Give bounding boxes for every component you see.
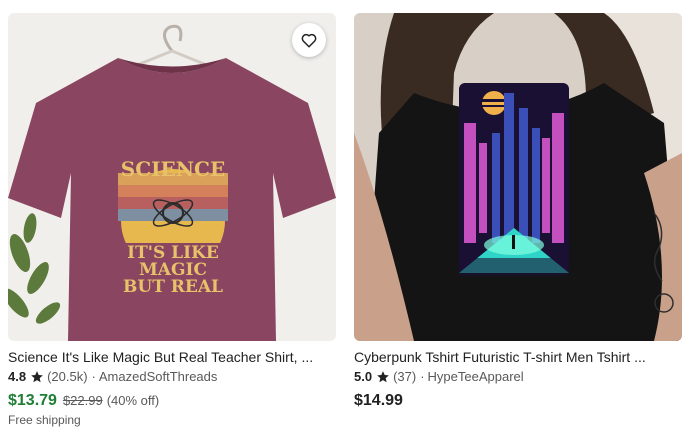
favorite-button[interactable]: [292, 23, 326, 57]
listing-title[interactable]: Cyberpunk Tshirt Futuristic T-shirt Men …: [354, 348, 679, 366]
shop-name[interactable]: AmazedSoftThreads: [99, 368, 218, 386]
review-count: (37): [393, 369, 417, 384]
rating-value: 4.8: [8, 369, 27, 384]
cyberpunk-shirt-photo: [354, 13, 682, 341]
shirt-graphic-line1: SCIENCE: [121, 157, 225, 181]
review-count: (20.5k): [47, 369, 88, 384]
price-row: $14.99: [354, 392, 682, 410]
listing-image-science-shirt[interactable]: SCIENCE IT'S LIKE MAGIC BUT REAL: [8, 13, 336, 341]
star-icon: [31, 371, 43, 383]
price-row: $13.79 $22.99 (40% off): [8, 392, 336, 410]
separator-dot: ·: [91, 369, 96, 384]
listing-rating-row: 5.0 (37) · HypeTeeApparel: [354, 368, 682, 386]
star-icon: [377, 371, 389, 383]
discount-label: (40% off): [106, 393, 160, 408]
original-price: $22.99: [62, 393, 103, 408]
separator-dot: ·: [420, 369, 425, 384]
listing-card-science-shirt[interactable]: SCIENCE IT'S LIKE MAGIC BUT REAL Science…: [8, 13, 336, 427]
shirt-graphic-line4: BUT REAL: [123, 277, 223, 297]
listing-image-cyberpunk-shirt[interactable]: [354, 13, 682, 341]
shop-name[interactable]: HypeTeeApparel: [428, 368, 524, 386]
free-shipping-label: Free shipping: [8, 413, 81, 427]
sale-price: $13.79: [8, 392, 57, 409]
listing-card-cyberpunk-shirt[interactable]: Cyberpunk Tshirt Futuristic T-shirt Men …: [354, 13, 682, 410]
listing-title[interactable]: Science It's Like Magic But Real Teacher…: [8, 348, 333, 366]
heart-outline-icon: [301, 33, 317, 48]
science-shirt-photo: SCIENCE IT'S LIKE MAGIC BUT REAL: [8, 13, 336, 341]
listing-rating-row: 4.8 (20.5k) · AmazedSoftThreads: [8, 368, 336, 386]
rating-value: 5.0: [354, 369, 373, 384]
price: $14.99: [354, 392, 403, 409]
